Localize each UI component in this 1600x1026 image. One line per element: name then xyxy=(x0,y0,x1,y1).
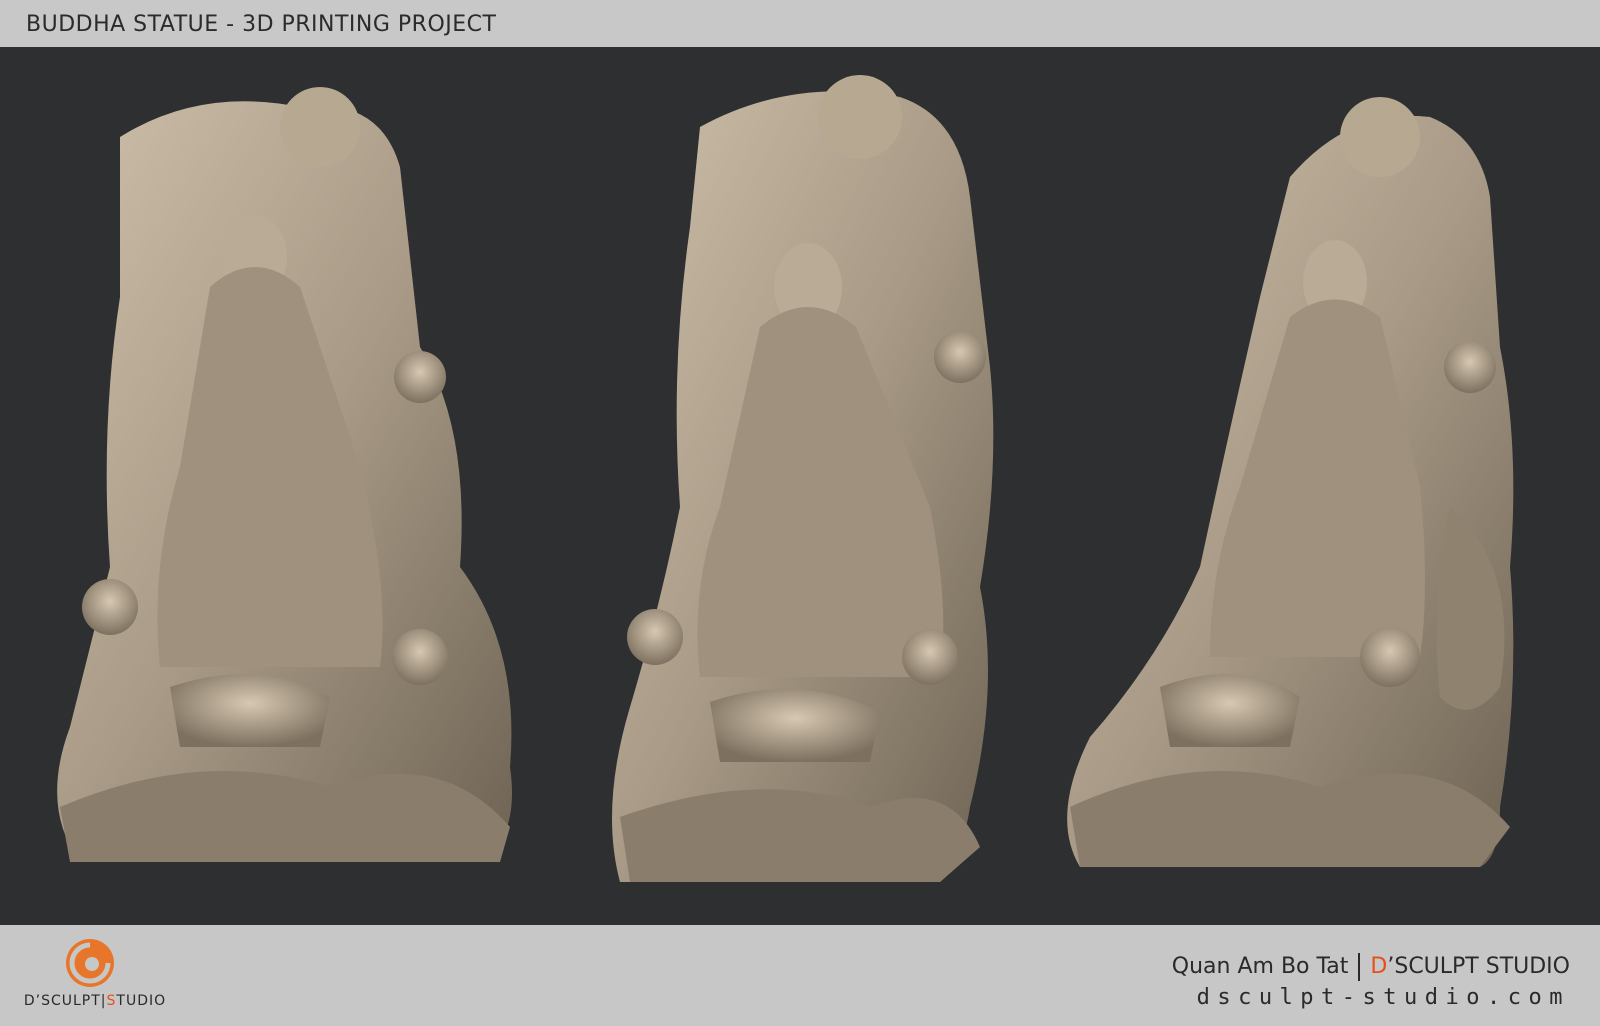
header-bar: BUDDHA STATUE - 3D PRINTING PROJECT xyxy=(0,0,1600,47)
logo-brand-prefix: D xyxy=(23,993,36,1009)
page-title: BUDDHA STATUE - 3D PRINTING PROJECT xyxy=(26,12,497,37)
credit-line: Quan Am Bo Tat D’SCULPT STUDIO xyxy=(1172,953,1570,981)
logo-sub-initial: S xyxy=(106,993,117,1009)
statue-view-3 xyxy=(1067,97,1514,867)
logo-wordmark: D’SCULPT|STUDIO xyxy=(20,993,170,1009)
swirl-logo-icon xyxy=(66,939,114,987)
statue-view-2 xyxy=(612,75,994,883)
render-stage xyxy=(0,47,1600,925)
logo-sub-rest: TUDIO xyxy=(116,993,167,1009)
statue-name: Quan Am Bo Tat xyxy=(1171,954,1349,979)
waves-3 xyxy=(1070,771,1510,867)
website-url: dsculpt-studio.com xyxy=(1196,985,1570,1010)
waves-1 xyxy=(60,771,510,862)
credit-divider xyxy=(1358,953,1361,981)
waves-2 xyxy=(620,789,980,882)
studio-logo: D’SCULPT|STUDIO xyxy=(20,937,170,1019)
statue-view-1 xyxy=(57,87,513,863)
studio-prefix: D xyxy=(1370,954,1388,979)
footer-bar: D’SCULPT|STUDIO Quan Am Bo Tat D’SCULPT S… xyxy=(0,925,1600,1026)
logo-brand-main: ’SCULPT xyxy=(35,993,101,1009)
studio-name: ’SCULPT STUDIO xyxy=(1387,954,1570,979)
statue-renders xyxy=(57,75,1514,883)
